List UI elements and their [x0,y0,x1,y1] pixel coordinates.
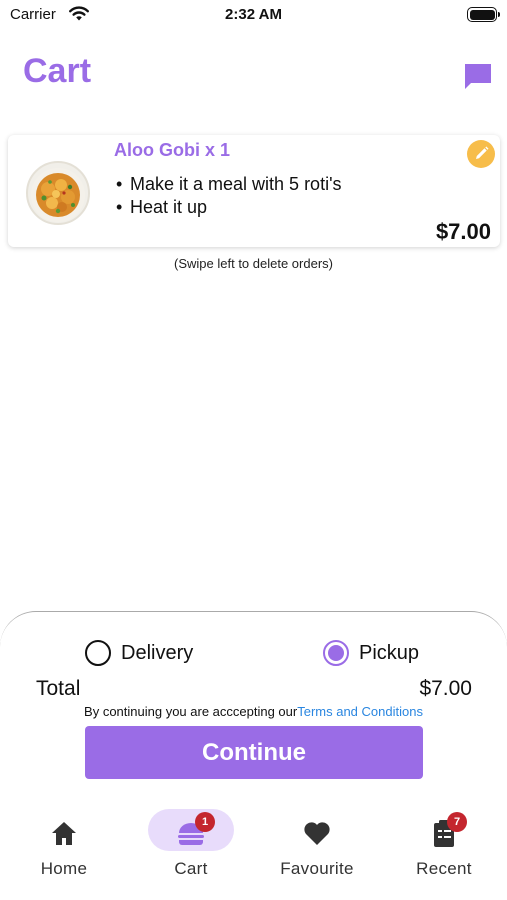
pickup-radio[interactable] [323,640,349,666]
tab-recent[interactable]: 7 Recent [384,806,504,886]
clock: 2:32 AM [225,6,282,23]
status-bar: Carrier 2:32 AM [0,0,507,30]
order-card[interactable]: Aloo Gobi x 1 • Make it a meal with 5 rot… [8,135,500,247]
delivery-option[interactable]: Delivery [85,639,193,667]
pickup-label: Pickup [359,641,420,664]
cart-badge: 1 [195,812,215,832]
home-icon [52,822,76,845]
swipe-hint: (Swipe left to delete orders) [174,256,333,271]
delivery-radio[interactable] [85,640,111,666]
edit-icon[interactable] [467,140,495,168]
tab-label: Favourite [280,859,354,878]
food-image [26,161,90,225]
heart-icon [304,822,330,845]
item-option: • Heat it up [116,197,208,217]
item-title: Aloo Gobi x 1 [114,140,231,160]
total-label: Total [36,677,81,700]
continue-button[interactable]: Continue [85,726,423,779]
page-title: Cart [23,52,92,90]
battery-icon [467,7,500,22]
terms-link[interactable]: Terms and Conditions [297,704,423,719]
checkout-sheet: Delivery Pickup Total $7.00 By continuin… [0,611,507,811]
item-price: $7.00 [435,219,491,244]
pickup-option[interactable]: Pickup [323,639,419,667]
tab-home[interactable]: Home [4,806,124,886]
chat-icon[interactable] [463,62,493,90]
terms-text: By continuing you are acccepting ourTerm… [84,704,423,719]
tab-label: Home [40,859,88,878]
recent-badge: 7 [447,812,467,832]
tab-label: Cart [174,859,208,878]
delivery-label: Delivery [121,641,194,664]
tab-label: Recent [416,859,472,878]
tab-bar: Home 1 Cart Favourite 7 Recent [0,806,507,900]
tab-cart[interactable]: 1 Cart [131,806,251,886]
tab-favourite[interactable]: Favourite [257,806,377,886]
item-option: • Make it a meal with 5 roti's [116,174,342,194]
total-value: $7.00 [419,677,472,700]
